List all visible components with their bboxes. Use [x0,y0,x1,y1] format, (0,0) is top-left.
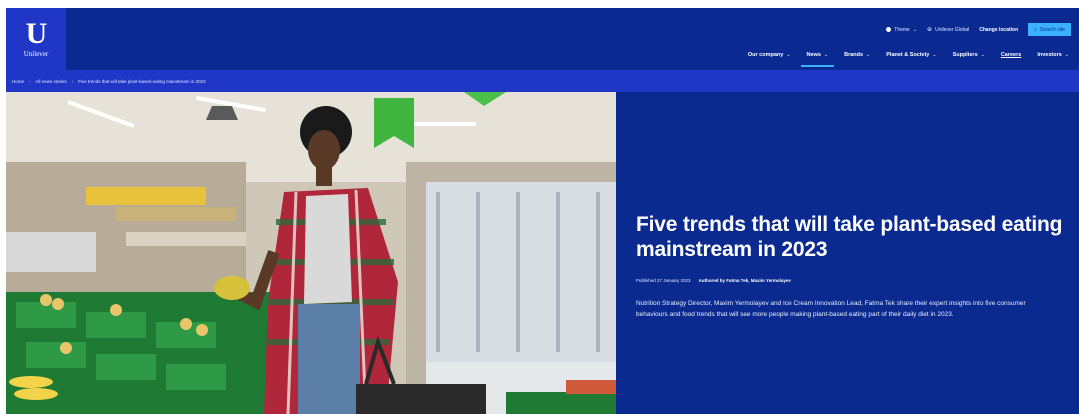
theme-label: Theme [894,26,910,33]
hero-text-panel: Five trends that will take plant-based e… [616,92,1079,414]
unilever-u-icon: U [25,17,48,50]
change-location-link[interactable]: Change location [979,27,1018,33]
published-date: Published 27 January 2023 [636,278,691,283]
breadcrumb-current: Five trends that will take plant-based e… [78,78,206,84]
breadcrumb: Home › All news stories › Five trends th… [6,70,1079,92]
nav-item-planet-society[interactable]: Planet & Society ⌄ [886,52,936,58]
site-location: ⊕ Unilever Global [927,26,970,34]
nav-label: Suppliers [952,52,978,58]
nav-label: News [806,52,821,58]
search-button[interactable]: ⌕ Search site [1028,23,1071,36]
hero-image [6,92,616,414]
nav-item-news[interactable]: News ⌄ [800,52,834,67]
article-authors: Authored by Fatma Tek, Maxim Yermolayev [698,278,791,283]
globe-icon: ⊕ [927,27,933,33]
utility-bar: Theme ⌄ ⊕ Unilever Global Change locatio… [886,23,1071,36]
search-icon: ⌕ [1034,26,1037,33]
nav-item-suppliers[interactable]: Suppliers ⌄ [953,52,985,58]
site-header: U Unilever Theme ⌄ ⊕ Unilever Global Cha… [6,8,1079,70]
chevron-down-icon: ⌄ [1064,52,1069,58]
nav-label: Planet & Society [886,52,930,58]
chevron-down-icon: ⌄ [932,52,937,58]
chevron-down-icon: ⌄ [980,52,985,58]
chevron-right-icon: › [71,78,74,84]
article-summary: Nutrition Strategy Director, Maxim Yermo… [636,300,1026,318]
nav-item-investors[interactable]: Investors ⌄ [1037,52,1069,58]
header-nav-background [66,8,1079,70]
nav-label: Investors [1037,52,1062,58]
article-title: Five trends that will take plant-based e… [636,213,1063,261]
theme-toggle[interactable]: Theme ⌄ [886,27,917,33]
nav-label: Careers [1000,52,1022,58]
breadcrumb-all-news[interactable]: All news stories [36,79,67,84]
search-label: Search site [1039,26,1065,33]
nav-item-brands[interactable]: Brands ⌄ [844,52,870,58]
breadcrumb-home[interactable]: Home [12,79,24,84]
logo-wordmark: Unilever [23,50,49,58]
theme-icon [886,27,892,32]
supermarket-photo [6,92,616,414]
nav-label: Our company [747,52,784,58]
chevron-down-icon: ⌄ [786,52,791,58]
nav-label: Brands [844,52,864,58]
nav-item-our-company[interactable]: Our company ⌄ [748,52,791,58]
main-nav: Our company ⌄ News ⌄ Brands ⌄ Planet & Soci… [748,52,1069,67]
unilever-logo[interactable]: U Unilever [6,8,66,70]
chevron-down-icon: ⌄ [912,26,918,33]
site-label: Unilever Global [935,26,970,33]
chevron-right-icon: › [29,78,31,84]
chevron-down-icon: ⌄ [866,52,871,58]
article-meta: Published 27 January 2023 Authored by Fa… [636,278,791,283]
chevron-down-icon: ⌄ [823,52,829,58]
nav-item-careers[interactable]: Careers [1001,52,1022,58]
